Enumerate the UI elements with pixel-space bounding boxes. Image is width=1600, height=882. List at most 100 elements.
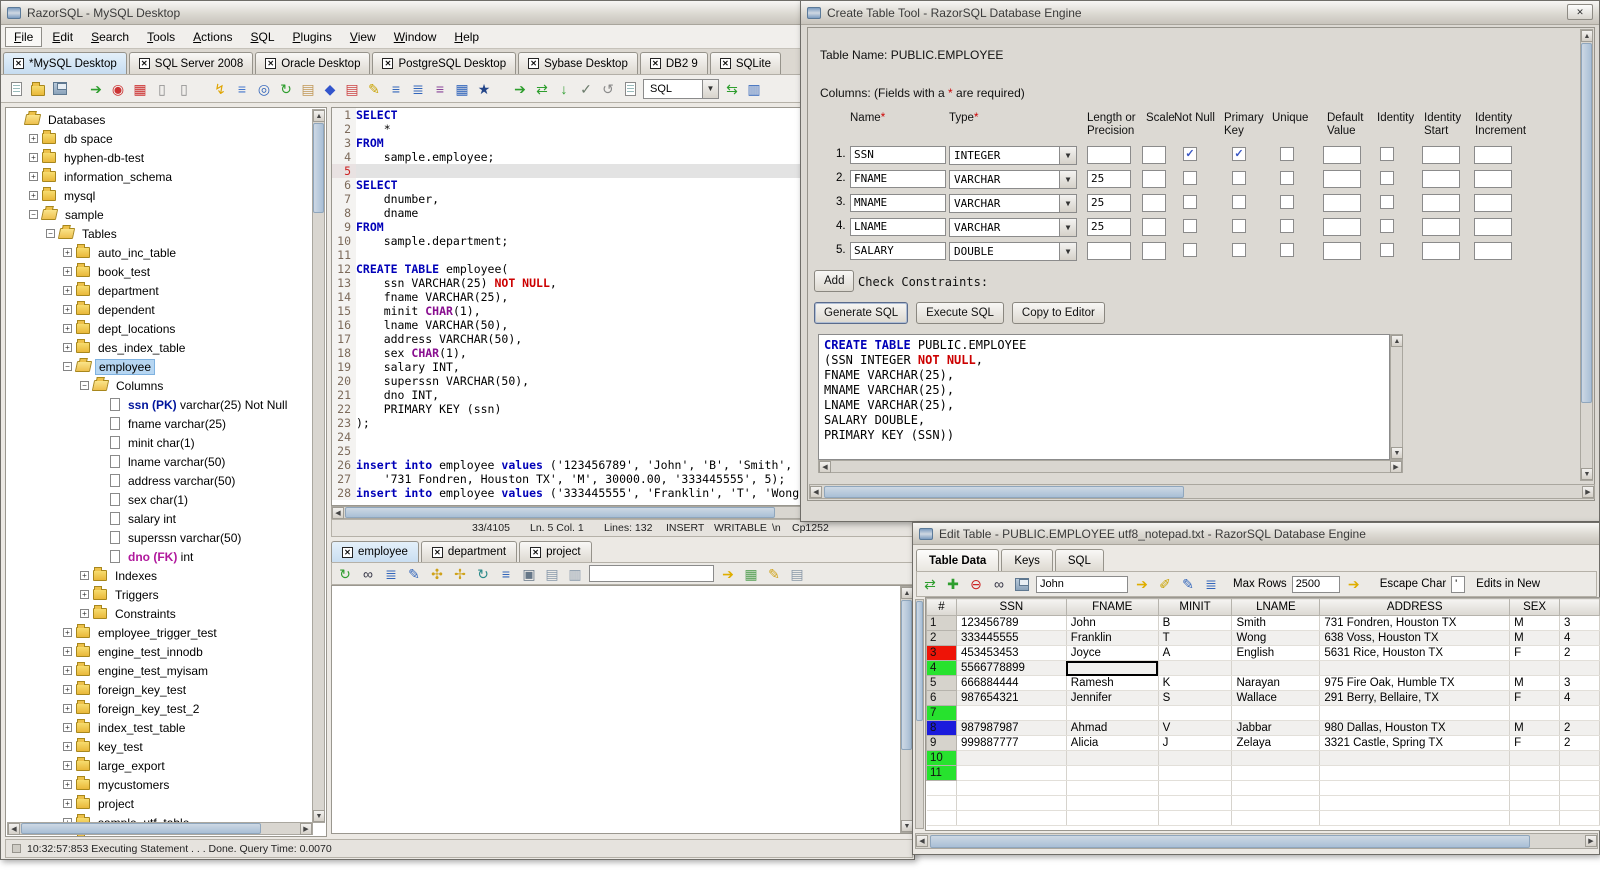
cell[interactable]	[1158, 705, 1233, 721]
save-icon[interactable]	[1013, 575, 1031, 593]
unique-checkbox[interactable]	[1280, 147, 1294, 161]
scroll-left-icon[interactable]: ◀	[916, 835, 928, 847]
tree-item[interactable]: dno (FK) int	[6, 547, 302, 566]
identity-increment-input[interactable]	[1474, 194, 1512, 212]
clipboard-icon[interactable]: ▤	[299, 80, 317, 98]
tree-item-columns[interactable]: − Columns	[6, 376, 302, 395]
tree-item-db-space[interactable]: + db space	[6, 129, 302, 148]
table-row[interactable]: 10	[926, 750, 1600, 766]
column-header-LNAME[interactable]: LNAME	[1231, 598, 1321, 616]
cell[interactable]: 2	[1559, 720, 1600, 736]
cell[interactable]	[1319, 750, 1511, 766]
column-header-#[interactable]: #	[926, 598, 957, 616]
default-value-input[interactable]	[1323, 242, 1361, 260]
menu-item-tools[interactable]: Tools	[139, 28, 183, 46]
expand-icon[interactable]: +	[63, 647, 72, 656]
scroll-up-icon[interactable]: ▲	[313, 110, 325, 122]
tree-item-hyphen-db-test[interactable]: + hyphen-db-test	[6, 148, 302, 167]
menu-item-window[interactable]: Window	[386, 28, 445, 46]
cell[interactable]: F	[1509, 690, 1561, 706]
db-object2-icon[interactable]: ▯	[175, 80, 193, 98]
result-tab-department[interactable]: ✕ department	[420, 541, 518, 562]
cell[interactable]	[1559, 750, 1600, 766]
tree-item-engine_test_innodb[interactable]: + engine_test_innodb	[6, 642, 302, 661]
cell[interactable]	[1066, 750, 1159, 766]
list-icon[interactable]: ≡	[387, 80, 405, 98]
column-type-select[interactable]: INTEGER ▼	[949, 146, 1077, 165]
db-stack-icon[interactable]: ▤	[343, 80, 361, 98]
tree-item-des_index_table[interactable]: + des_index_table	[6, 338, 302, 357]
object-icon[interactable]: ◆	[321, 80, 339, 98]
cell[interactable]	[1559, 660, 1600, 676]
globe-icon[interactable]: ↻	[474, 565, 492, 583]
tab-table-data[interactable]: Table Data	[916, 549, 1000, 571]
dialog-hscroll-thumb[interactable]	[824, 486, 1184, 498]
cell[interactable]: 333445555	[956, 630, 1067, 646]
results-vscroll-thumb[interactable]	[901, 600, 912, 750]
row-number[interactable]: 3	[926, 645, 957, 661]
default-value-input[interactable]	[1323, 194, 1361, 212]
identity-increment-input[interactable]	[1474, 170, 1512, 188]
execute-all-icon[interactable]: ⇄	[533, 80, 551, 98]
column-name-input[interactable]: MNAME	[850, 194, 946, 212]
cell[interactable]: J	[1158, 735, 1233, 751]
tree-item-employee[interactable]: − employee	[6, 357, 302, 376]
menu-item-edit[interactable]: Edit	[44, 28, 81, 46]
tab-sql[interactable]: SQL	[1054, 549, 1104, 571]
default-value-input[interactable]	[1323, 170, 1361, 188]
copy-editor-icon[interactable]	[621, 80, 639, 98]
cell[interactable]: M	[1509, 720, 1561, 736]
connection-tab-oracle-desktop[interactable]: ✕ Oracle Desktop	[255, 52, 371, 74]
layout-icon[interactable]: ▥	[745, 80, 763, 98]
column-header-ADDRESS[interactable]: ADDRESS	[1319, 598, 1511, 616]
link-icon[interactable]: ✐	[1156, 575, 1174, 593]
tree-item-book_test[interactable]: + book_test	[6, 262, 302, 281]
dialog-vscrollbar[interactable]: ▲ ▼	[1580, 29, 1593, 481]
collapse-icon[interactable]: −	[63, 362, 72, 371]
db-object-icon[interactable]: ▯	[153, 80, 171, 98]
table-row[interactable]: 3 453453453 Joyce A English 5631 Rice, Housto…	[926, 645, 1600, 661]
tree-item-large_export[interactable]: + large_export	[6, 756, 302, 775]
scroll-down-icon[interactable]: ▼	[1391, 447, 1403, 459]
tree-item-lname-varchar-50-[interactable]: lname varchar(50)	[6, 452, 302, 471]
expand-icon[interactable]: +	[29, 172, 38, 181]
key-icon[interactable]: ✣	[428, 565, 446, 583]
identity-increment-input[interactable]	[1474, 242, 1512, 260]
cell[interactable]: 2	[1559, 735, 1600, 751]
tree-hscroll-thumb[interactable]	[21, 823, 261, 834]
menu-item-actions[interactable]: Actions	[185, 28, 240, 46]
table-row[interactable]: 8 987987987 Ahmad V Jabbar 980 Dallas, Housto…	[926, 720, 1600, 736]
column-header-FNAME[interactable]: FNAME	[1065, 598, 1159, 616]
search-doc-icon[interactable]: ◎	[255, 80, 273, 98]
chevron-down-icon[interactable]: ▼	[1059, 171, 1076, 188]
table-row[interactable]: 5 666884444 Ramesh K Narayan 975 Fire Oak, Hu…	[926, 675, 1600, 691]
edit-icon[interactable]: ✎	[1179, 575, 1197, 593]
primary-key-checkbox[interactable]	[1232, 195, 1246, 209]
expand-icon[interactable]: +	[63, 704, 72, 713]
cell[interactable]: B	[1158, 615, 1233, 631]
cell[interactable]: 987987987	[956, 720, 1067, 736]
scroll-right-icon[interactable]: ▶	[1582, 486, 1594, 498]
cell[interactable]: Jabbar	[1231, 720, 1321, 736]
undo-icon[interactable]: ↺	[599, 80, 617, 98]
cell[interactable]	[1231, 705, 1321, 721]
cell[interactable]: F	[1509, 735, 1561, 751]
identity-start-input[interactable]	[1422, 242, 1460, 260]
column-name-input[interactable]: SSN	[850, 146, 946, 164]
length-input[interactable]	[1087, 242, 1131, 260]
tree-item-databases[interactable]: Databases	[6, 110, 302, 129]
filter-icon[interactable]: ≣	[382, 565, 400, 583]
tree-item-index_test_table[interactable]: + index_test_table	[6, 718, 302, 737]
scale-input[interactable]	[1142, 242, 1166, 260]
row-number[interactable]: 6	[926, 690, 957, 706]
edit-hscrollbar[interactable]: ◀ ▶	[915, 833, 1598, 849]
cell[interactable]: Jennifer	[1066, 690, 1159, 706]
scroll-left-icon[interactable]: ◀	[332, 507, 344, 519]
add-row-icon[interactable]: ✚	[944, 575, 962, 593]
column-type-select[interactable]: VARCHAR ▼	[949, 218, 1077, 237]
close-tab-icon[interactable]: ✕	[719, 58, 731, 69]
tree-item-foreign_key_test[interactable]: + foreign_key_test	[6, 680, 302, 699]
connection-tab--mysql-desktop[interactable]: ✕ *MySQL Desktop	[3, 52, 127, 74]
scroll-down-icon[interactable]: ▼	[1581, 468, 1593, 480]
scroll-down-icon[interactable]: ▼	[313, 810, 325, 822]
